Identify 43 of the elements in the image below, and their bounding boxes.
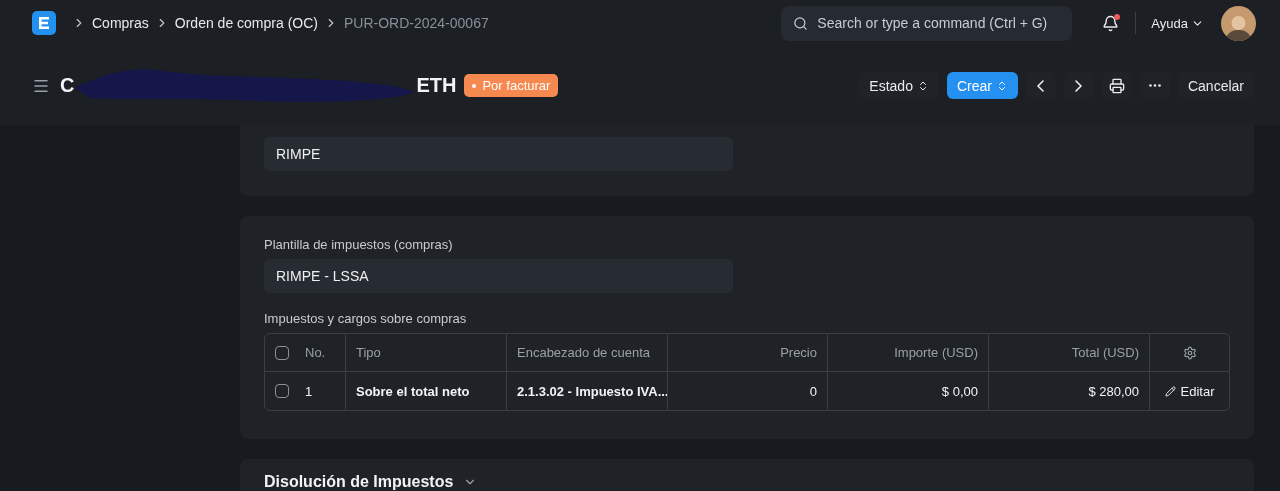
table-cell: Sobre el total neto bbox=[345, 372, 506, 410]
page-title: ETH bbox=[416, 74, 457, 97]
table-cell: $ 0,00 bbox=[827, 372, 988, 410]
tax-category-field[interactable]: RIMPE bbox=[264, 137, 733, 171]
page-title: C bbox=[60, 74, 75, 97]
search-icon bbox=[793, 15, 809, 31]
row-checkbox[interactable] bbox=[275, 384, 289, 398]
previous-button[interactable] bbox=[1025, 72, 1056, 99]
table-cell: 0 bbox=[667, 372, 827, 410]
table-header-cell: No. bbox=[265, 334, 345, 372]
next-button[interactable] bbox=[1063, 72, 1094, 99]
user-avatar[interactable] bbox=[1221, 5, 1256, 41]
table-cell: 1 bbox=[265, 372, 345, 410]
app-logo[interactable] bbox=[32, 11, 56, 35]
pencil-icon bbox=[1164, 385, 1176, 397]
breadcrumb-link[interactable]: PUR-ORD-2024-00067 bbox=[343, 15, 489, 31]
table-header-cell: Encabezado de cuenta bbox=[506, 334, 667, 372]
breadcrumb-link[interactable]: Orden de compra (OC) bbox=[174, 15, 318, 31]
print-button[interactable] bbox=[1101, 72, 1132, 99]
status-badge: Por facturar bbox=[464, 74, 559, 97]
select-all-checkbox[interactable] bbox=[275, 345, 289, 360]
more-icon bbox=[1148, 84, 1161, 87]
table-header-cell: Precio bbox=[667, 334, 827, 372]
table-label: Impuestos y cargos sobre compras bbox=[264, 311, 468, 326]
more-button[interactable] bbox=[1139, 72, 1170, 99]
table-cell: 2.1.3.02 - Impuesto IVA... bbox=[506, 372, 667, 410]
breadcrumb-link[interactable]: Compras bbox=[92, 15, 149, 31]
field-label: Plantilla de impuestos (compras) bbox=[264, 237, 454, 252]
edit-button[interactable]: Editar bbox=[1164, 383, 1215, 399]
table-header-cell: Tipo bbox=[345, 334, 506, 372]
status-select[interactable]: Estado bbox=[859, 72, 939, 99]
help-menu[interactable]: Ayuda bbox=[1151, 15, 1204, 31]
section-heading[interactable]: Disolución de Impuestos bbox=[264, 472, 478, 491]
tax-template-field[interactable]: RIMPE - LSSA bbox=[264, 259, 733, 293]
table-cell: $ 280,00 bbox=[988, 372, 1149, 410]
chevron-left-icon bbox=[1037, 79, 1045, 92]
table-header-cell: Total (USD) bbox=[988, 334, 1149, 372]
printer-icon bbox=[1108, 77, 1125, 94]
search-field[interactable]: Search or type a command (Ctrl + G) bbox=[781, 5, 1073, 41]
table-header-cell: Importe (USD) bbox=[827, 334, 988, 372]
chevron-right-icon bbox=[1075, 79, 1083, 92]
notification-bell-icon[interactable] bbox=[1102, 14, 1120, 32]
cancel-button[interactable]: Cancelar bbox=[1177, 72, 1254, 99]
